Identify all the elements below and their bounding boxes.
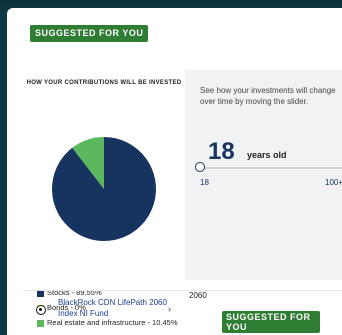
slider-min-label: 18 [200, 178, 209, 187]
age-slider-panel: See how your investments will change ove… [185, 70, 342, 280]
age-unit-label: years old [247, 150, 287, 160]
fund-suggested-badge: SUGGESTED FOR YOU [222, 311, 320, 333]
allocation-panel: HOW YOUR CONTRIBUTIONS WILL BE INVESTED … [23, 70, 185, 327]
chevron-right-icon[interactable]: › [168, 304, 171, 314]
age-value: 18 [208, 138, 235, 165]
fund-option-row[interactable]: BlackRock CDN LifePath 2060 Index NI Fun… [23, 291, 342, 335]
age-slider-handle[interactable] [195, 162, 205, 172]
fund-target-year: 2060 [189, 291, 207, 300]
allocation-pie-chart [51, 137, 156, 241]
age-slider-track[interactable] [200, 167, 342, 169]
slider-description: See how your investments will change ove… [200, 86, 336, 106]
chart-title: HOW YOUR CONTRIBUTIONS WILL BE INVESTED [26, 80, 182, 86]
fund-radio-button[interactable] [36, 305, 46, 315]
suggested-badge: SUGGESTED FOR YOU [30, 25, 149, 42]
slider-max-label: 100+ [325, 178, 342, 187]
investment-card: SUGGESTED FOR YOU HOW YOUR CONTRIBUTIONS… [7, 8, 342, 335]
fund-name-link[interactable]: BlackRock CDN LifePath 2060 Index NI Fun… [58, 297, 178, 319]
